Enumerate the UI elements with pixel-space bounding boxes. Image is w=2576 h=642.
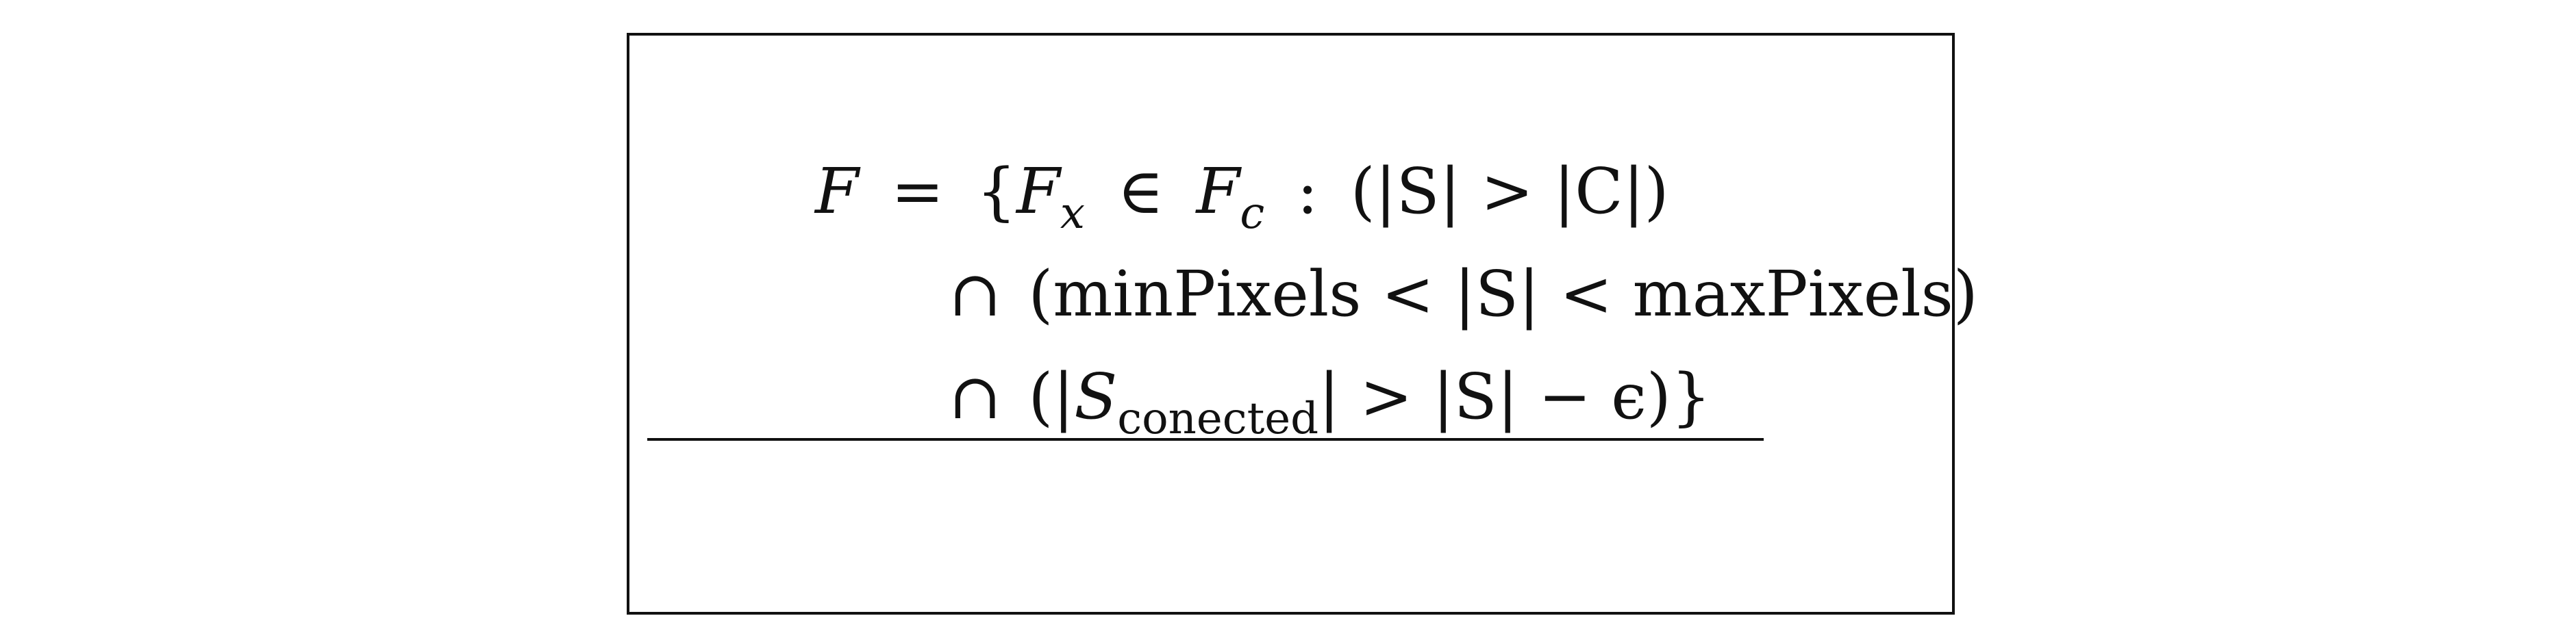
symbol-Fc: F: [1196, 155, 1240, 228]
subscript-c: c: [1240, 188, 1265, 239]
open-paren-abs: (|: [1028, 360, 1075, 433]
equation-line-2: ∩ (minPixels < |S| < maxPixels): [949, 263, 1978, 326]
colon: :: [1297, 155, 1318, 228]
subscript-x: x: [1060, 188, 1085, 239]
equation-line-3: ∩ (|Sconected| > |S| − ϵ)}: [949, 365, 1711, 441]
intersection-sign: ∩: [949, 360, 1002, 433]
horizontal-rule: [647, 438, 1764, 441]
condition-connected-rest: | > |S| − ϵ)}: [1318, 360, 1712, 433]
symbol-S: S: [1074, 360, 1118, 433]
equation-line-1: F = {Fx ∈ Fc : (|S| > |C|): [815, 160, 1668, 236]
equals-sign: =: [891, 155, 945, 228]
intersection-sign: ∩: [949, 257, 1002, 331]
subscript-conected: conected: [1117, 394, 1319, 444]
condition-pixels: (minPixels < |S| < maxPixels): [1028, 257, 1978, 331]
left-brace: {: [976, 155, 1016, 228]
symbol-F: F: [815, 155, 859, 228]
element-of-sign: ∈: [1117, 155, 1164, 228]
condition-size: (|S| > |C|): [1350, 155, 1669, 228]
symbol-Fx: F: [1016, 155, 1060, 228]
